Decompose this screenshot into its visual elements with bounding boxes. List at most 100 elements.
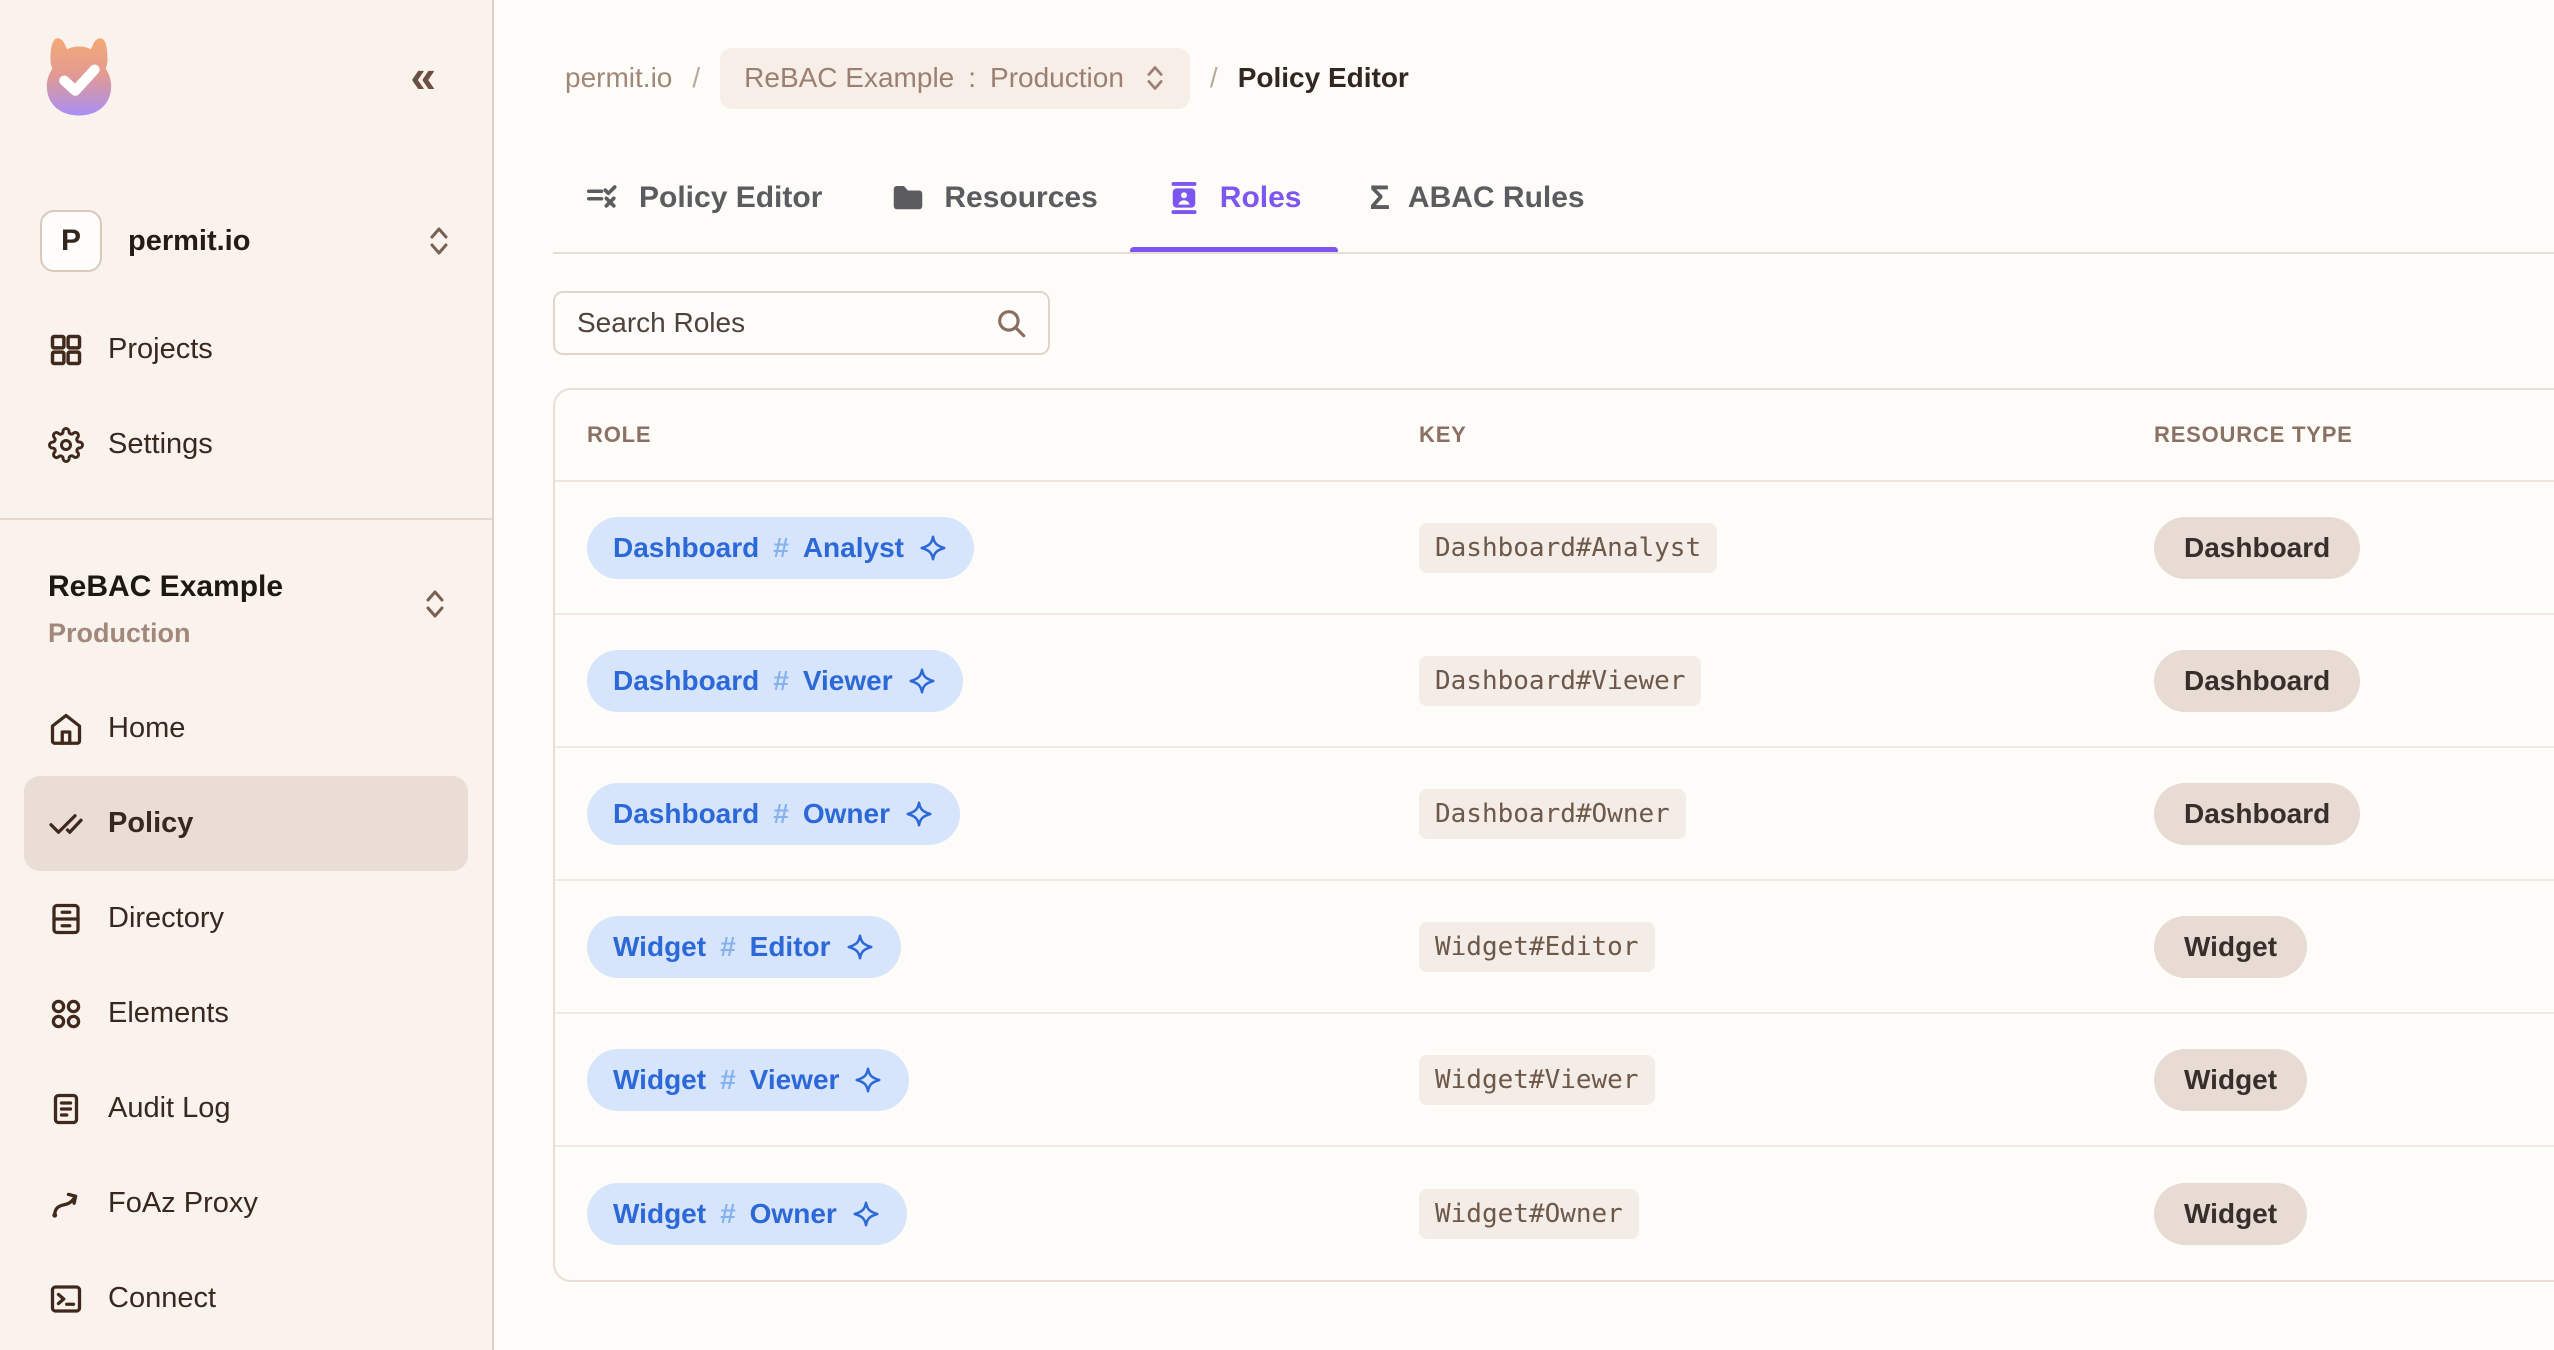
search-box <box>553 291 1050 355</box>
double-check-icon <box>48 806 84 842</box>
role-key: Widget#Viewer <box>1419 1054 1655 1105</box>
sidebar-item-label: Settings <box>108 428 213 460</box>
role-key: Dashboard#Owner <box>1419 788 1686 839</box>
resource-type-badge: Widget <box>2154 915 2308 978</box>
breadcrumb-page: Policy Editor <box>1237 62 1409 93</box>
sidebar-item-label: Elements <box>108 997 229 1029</box>
home-icon <box>48 711 84 747</box>
table-row: Dashboard # Owner Dashboard#Owner Dashboar… <box>555 748 2554 881</box>
permit-logo <box>33 30 125 122</box>
sparkle-icon <box>907 666 937 696</box>
tab-bar: Policy Editor Resources Roles Σ ABAC Rul… <box>585 168 1585 254</box>
role-pill[interactable]: Widget # Owner <box>587 1182 907 1245</box>
role-pill[interactable]: Widget # Viewer <box>587 1048 910 1111</box>
chevron-up-down-icon <box>1144 64 1166 92</box>
role-hash: # <box>773 664 789 696</box>
org-switcher[interactable]: P permit.io <box>40 210 452 272</box>
column-header-key: KEY <box>1419 422 1467 447</box>
sidebar-item-foaz-proxy[interactable]: FoAz Proxy <box>24 1156 468 1251</box>
sidebar-item-label: Policy <box>108 807 194 839</box>
sidebar-item-label: FoAz Proxy <box>108 1187 258 1219</box>
breadcrumb-project-env-selector[interactable]: ReBAC Example : Production <box>720 47 1190 109</box>
sidebar-item-directory[interactable]: Directory <box>24 871 468 966</box>
role-pill[interactable]: Dashboard # Owner <box>587 782 960 845</box>
role-key: Widget#Owner <box>1419 1188 1639 1239</box>
role-name: Viewer <box>802 664 893 696</box>
role-name: Owner <box>749 1197 837 1229</box>
table-row: Widget # Editor Widget#Editor Widget <box>555 881 2554 1014</box>
role-resource: Dashboard <box>613 531 760 563</box>
role-key: Dashboard#Analyst <box>1419 522 1718 573</box>
role-key: Dashboard#Viewer <box>1419 655 1702 706</box>
roles-table: ROLE KEY RESOURCE TYPE Dashboard # Analyst… <box>553 388 2554 1282</box>
sidebar-item-projects[interactable]: Projects <box>24 302 468 397</box>
chevron-up-down-icon <box>426 225 452 257</box>
chevron-up-down-icon <box>422 588 448 620</box>
circles-icon <box>48 996 84 1032</box>
project-switcher[interactable]: ReBAC Example Production <box>0 520 492 649</box>
sparkle-icon <box>851 1199 881 1229</box>
role-resource: Dashboard <box>613 664 760 696</box>
rules-check-x-icon <box>585 180 621 216</box>
role-pill[interactable]: Dashboard # Viewer <box>587 649 963 712</box>
role-hash: # <box>773 531 789 563</box>
role-hash: # <box>720 1197 736 1229</box>
tab-label: ABAC Rules <box>1407 181 1585 214</box>
sidebar-item-label: Home <box>108 712 186 744</box>
resource-type-badge: Dashboard <box>2154 516 2361 579</box>
role-name: Editor <box>749 930 831 962</box>
sparkle-icon <box>853 1065 883 1095</box>
resource-type-badge: Dashboard <box>2154 782 2361 845</box>
tab-label: Policy Editor <box>639 181 823 214</box>
search-icon[interactable] <box>994 306 1028 340</box>
search-input[interactable] <box>577 307 994 339</box>
table-row: Widget # Owner Widget#Owner Widget <box>555 1147 2554 1280</box>
sidebar-main-nav: Home Policy Directory Elements Audit Log… <box>0 681 492 1346</box>
folder-icon <box>890 180 926 216</box>
sparkle-icon <box>904 799 934 829</box>
document-icon <box>48 1091 84 1127</box>
role-pill[interactable]: Dashboard # Analyst <box>587 516 974 579</box>
role-name: Analyst <box>802 531 904 563</box>
project-name: ReBAC Example <box>48 570 284 603</box>
sidebar-item-settings[interactable]: Settings <box>24 397 468 492</box>
resource-type-badge: Dashboard <box>2154 649 2361 712</box>
tab-policy-editor[interactable]: Policy Editor <box>585 168 822 228</box>
table-header-row: ROLE KEY RESOURCE TYPE <box>555 390 2554 482</box>
table-row: Dashboard # Analyst Dashboard#Analyst Dash… <box>555 482 2554 615</box>
column-header-role: ROLE <box>587 422 652 447</box>
breadcrumb-colon: : <box>968 62 977 93</box>
tab-roles[interactable]: Roles <box>1129 168 1338 254</box>
breadcrumb-org[interactable]: permit.io <box>565 62 672 94</box>
sidebar-item-label: Directory <box>108 902 225 934</box>
sidebar-collapse-icon[interactable]: « <box>410 53 436 99</box>
sparkle-icon <box>918 533 948 563</box>
sidebar-item-audit-log[interactable]: Audit Log <box>24 1061 468 1156</box>
role-pill[interactable]: Widget # Editor <box>587 915 901 978</box>
tab-bar-divider <box>553 252 2554 254</box>
tab-abac-rules[interactable]: Σ ABAC Rules <box>1370 168 1585 228</box>
sidebar-item-label: Projects <box>108 333 213 365</box>
sidebar-item-elements[interactable]: Elements <box>24 966 468 1061</box>
sidebar-item-connect[interactable]: Connect <box>24 1251 468 1346</box>
role-key: Widget#Editor <box>1419 921 1655 972</box>
role-hash: # <box>773 797 789 829</box>
sidebar-item-policy[interactable]: Policy <box>24 776 468 871</box>
grid-icon <box>48 332 84 368</box>
resource-type-badge: Widget <box>2154 1182 2308 1245</box>
id-badge-icon <box>1166 180 1202 216</box>
sparkle-icon <box>845 932 875 962</box>
sidebar-item-label: Connect <box>108 1282 217 1314</box>
role-resource: Widget <box>613 930 707 962</box>
role-hash: # <box>720 1063 736 1095</box>
tab-label: Roles <box>1219 181 1302 214</box>
sidebar-item-home[interactable]: Home <box>24 681 468 776</box>
role-name: Viewer <box>749 1063 840 1095</box>
org-avatar: P <box>40 210 102 272</box>
tab-resources[interactable]: Resources <box>890 168 1098 228</box>
gear-icon <box>48 426 84 463</box>
column-header-resource-type: RESOURCE TYPE <box>2154 422 2353 447</box>
table-row: Dashboard # Viewer Dashboard#Viewer Dashbo… <box>555 615 2554 748</box>
role-resource: Widget <box>613 1197 707 1229</box>
sidebar-top-nav: Projects Settings <box>0 302 492 492</box>
